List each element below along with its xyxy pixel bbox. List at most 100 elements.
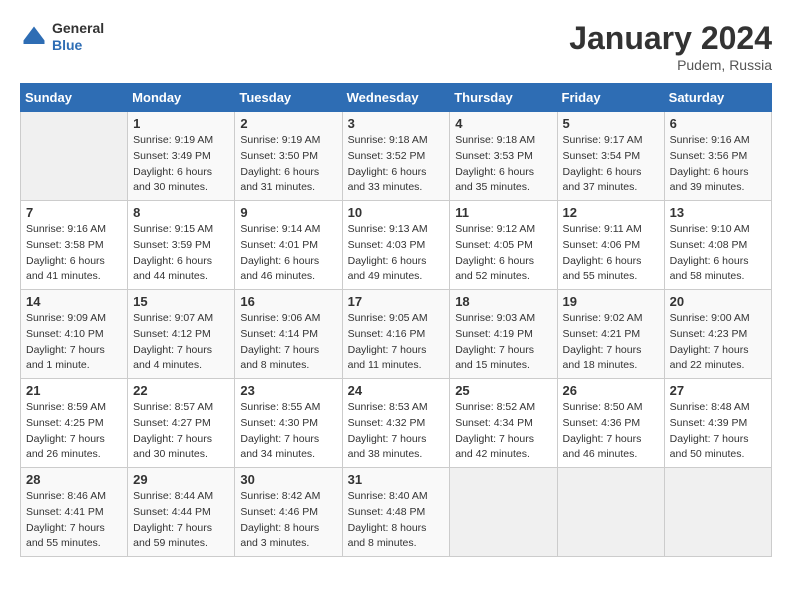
page-header: General Blue January 2024 Pudem, Russia bbox=[20, 20, 772, 73]
calendar-cell: 7 Sunrise: 9:16 AM Sunset: 3:58 PM Dayli… bbox=[21, 201, 128, 290]
calendar-cell bbox=[21, 112, 128, 201]
calendar-week-row: 7 Sunrise: 9:16 AM Sunset: 3:58 PM Dayli… bbox=[21, 201, 772, 290]
calendar-cell: 14 Sunrise: 9:09 AM Sunset: 4:10 PM Dayl… bbox=[21, 290, 128, 379]
day-number: 13 bbox=[670, 205, 766, 220]
day-info: Sunrise: 9:19 AM Sunset: 3:49 PM Dayligh… bbox=[133, 133, 229, 196]
day-info: Sunrise: 9:06 AM Sunset: 4:14 PM Dayligh… bbox=[240, 311, 336, 374]
day-info: Sunrise: 9:14 AM Sunset: 4:01 PM Dayligh… bbox=[240, 222, 336, 285]
day-info: Sunrise: 8:46 AM Sunset: 4:41 PM Dayligh… bbox=[26, 489, 122, 552]
day-info: Sunrise: 9:10 AM Sunset: 4:08 PM Dayligh… bbox=[670, 222, 766, 285]
day-info: Sunrise: 9:05 AM Sunset: 4:16 PM Dayligh… bbox=[348, 311, 445, 374]
day-info: Sunrise: 8:55 AM Sunset: 4:30 PM Dayligh… bbox=[240, 400, 336, 463]
day-number: 18 bbox=[455, 294, 551, 309]
day-number: 16 bbox=[240, 294, 336, 309]
day-number: 29 bbox=[133, 472, 229, 487]
day-info: Sunrise: 9:18 AM Sunset: 3:53 PM Dayligh… bbox=[455, 133, 551, 196]
calendar-cell: 26 Sunrise: 8:50 AM Sunset: 4:36 PM Dayl… bbox=[557, 379, 664, 468]
title-block: January 2024 Pudem, Russia bbox=[569, 20, 772, 73]
calendar-cell: 8 Sunrise: 9:15 AM Sunset: 3:59 PM Dayli… bbox=[128, 201, 235, 290]
calendar-cell: 12 Sunrise: 9:11 AM Sunset: 4:06 PM Dayl… bbox=[557, 201, 664, 290]
day-header-sunday: Sunday bbox=[21, 84, 128, 112]
day-header-thursday: Thursday bbox=[450, 84, 557, 112]
calendar-cell: 30 Sunrise: 8:42 AM Sunset: 4:46 PM Dayl… bbox=[235, 468, 342, 557]
day-number: 25 bbox=[455, 383, 551, 398]
calendar-cell: 5 Sunrise: 9:17 AM Sunset: 3:54 PM Dayli… bbox=[557, 112, 664, 201]
calendar-cell bbox=[557, 468, 664, 557]
calendar-cell: 29 Sunrise: 8:44 AM Sunset: 4:44 PM Dayl… bbox=[128, 468, 235, 557]
day-number: 6 bbox=[670, 116, 766, 131]
calendar-cell: 16 Sunrise: 9:06 AM Sunset: 4:14 PM Dayl… bbox=[235, 290, 342, 379]
day-header-saturday: Saturday bbox=[664, 84, 771, 112]
calendar-cell: 23 Sunrise: 8:55 AM Sunset: 4:30 PM Dayl… bbox=[235, 379, 342, 468]
day-info: Sunrise: 8:48 AM Sunset: 4:39 PM Dayligh… bbox=[670, 400, 766, 463]
day-number: 11 bbox=[455, 205, 551, 220]
day-number: 5 bbox=[563, 116, 659, 131]
day-info: Sunrise: 9:00 AM Sunset: 4:23 PM Dayligh… bbox=[670, 311, 766, 374]
calendar-cell: 1 Sunrise: 9:19 AM Sunset: 3:49 PM Dayli… bbox=[128, 112, 235, 201]
calendar-week-row: 21 Sunrise: 8:59 AM Sunset: 4:25 PM Dayl… bbox=[21, 379, 772, 468]
day-header-friday: Friday bbox=[557, 84, 664, 112]
calendar-cell bbox=[450, 468, 557, 557]
day-number: 15 bbox=[133, 294, 229, 309]
day-number: 21 bbox=[26, 383, 122, 398]
calendar-cell: 19 Sunrise: 9:02 AM Sunset: 4:21 PM Dayl… bbox=[557, 290, 664, 379]
day-number: 9 bbox=[240, 205, 336, 220]
day-number: 20 bbox=[670, 294, 766, 309]
day-info: Sunrise: 9:13 AM Sunset: 4:03 PM Dayligh… bbox=[348, 222, 445, 285]
month-title: January 2024 bbox=[569, 20, 772, 57]
day-header-monday: Monday bbox=[128, 84, 235, 112]
day-info: Sunrise: 8:42 AM Sunset: 4:46 PM Dayligh… bbox=[240, 489, 336, 552]
day-info: Sunrise: 9:03 AM Sunset: 4:19 PM Dayligh… bbox=[455, 311, 551, 374]
calendar-cell: 24 Sunrise: 8:53 AM Sunset: 4:32 PM Dayl… bbox=[342, 379, 450, 468]
logo-general-text: General bbox=[52, 20, 104, 37]
logo-text: General Blue bbox=[52, 20, 104, 54]
day-number: 23 bbox=[240, 383, 336, 398]
calendar-cell: 4 Sunrise: 9:18 AM Sunset: 3:53 PM Dayli… bbox=[450, 112, 557, 201]
day-number: 12 bbox=[563, 205, 659, 220]
day-info: Sunrise: 8:50 AM Sunset: 4:36 PM Dayligh… bbox=[563, 400, 659, 463]
day-number: 24 bbox=[348, 383, 445, 398]
day-number: 14 bbox=[26, 294, 122, 309]
day-number: 22 bbox=[133, 383, 229, 398]
logo-icon bbox=[20, 23, 48, 51]
day-number: 3 bbox=[348, 116, 445, 131]
day-number: 31 bbox=[348, 472, 445, 487]
day-header-tuesday: Tuesday bbox=[235, 84, 342, 112]
day-number: 27 bbox=[670, 383, 766, 398]
calendar-week-row: 1 Sunrise: 9:19 AM Sunset: 3:49 PM Dayli… bbox=[21, 112, 772, 201]
calendar-cell: 25 Sunrise: 8:52 AM Sunset: 4:34 PM Dayl… bbox=[450, 379, 557, 468]
calendar-cell: 3 Sunrise: 9:18 AM Sunset: 3:52 PM Dayli… bbox=[342, 112, 450, 201]
day-number: 7 bbox=[26, 205, 122, 220]
day-number: 17 bbox=[348, 294, 445, 309]
day-info: Sunrise: 9:11 AM Sunset: 4:06 PM Dayligh… bbox=[563, 222, 659, 285]
day-info: Sunrise: 8:59 AM Sunset: 4:25 PM Dayligh… bbox=[26, 400, 122, 463]
day-number: 8 bbox=[133, 205, 229, 220]
day-number: 30 bbox=[240, 472, 336, 487]
calendar-cell: 21 Sunrise: 8:59 AM Sunset: 4:25 PM Dayl… bbox=[21, 379, 128, 468]
calendar-cell: 27 Sunrise: 8:48 AM Sunset: 4:39 PM Dayl… bbox=[664, 379, 771, 468]
day-info: Sunrise: 9:16 AM Sunset: 3:56 PM Dayligh… bbox=[670, 133, 766, 196]
calendar-cell bbox=[664, 468, 771, 557]
day-number: 1 bbox=[133, 116, 229, 131]
day-info: Sunrise: 8:44 AM Sunset: 4:44 PM Dayligh… bbox=[133, 489, 229, 552]
day-number: 2 bbox=[240, 116, 336, 131]
day-info: Sunrise: 9:02 AM Sunset: 4:21 PM Dayligh… bbox=[563, 311, 659, 374]
calendar-cell: 11 Sunrise: 9:12 AM Sunset: 4:05 PM Dayl… bbox=[450, 201, 557, 290]
day-number: 4 bbox=[455, 116, 551, 131]
calendar-cell: 17 Sunrise: 9:05 AM Sunset: 4:16 PM Dayl… bbox=[342, 290, 450, 379]
logo-blue-text: Blue bbox=[52, 37, 104, 54]
day-number: 28 bbox=[26, 472, 122, 487]
calendar-cell: 20 Sunrise: 9:00 AM Sunset: 4:23 PM Dayl… bbox=[664, 290, 771, 379]
day-info: Sunrise: 9:07 AM Sunset: 4:12 PM Dayligh… bbox=[133, 311, 229, 374]
day-info: Sunrise: 9:19 AM Sunset: 3:50 PM Dayligh… bbox=[240, 133, 336, 196]
calendar-header-row: SundayMondayTuesdayWednesdayThursdayFrid… bbox=[21, 84, 772, 112]
calendar-cell: 15 Sunrise: 9:07 AM Sunset: 4:12 PM Dayl… bbox=[128, 290, 235, 379]
calendar-table: SundayMondayTuesdayWednesdayThursdayFrid… bbox=[20, 83, 772, 557]
day-number: 10 bbox=[348, 205, 445, 220]
calendar-cell: 31 Sunrise: 8:40 AM Sunset: 4:48 PM Dayl… bbox=[342, 468, 450, 557]
day-number: 26 bbox=[563, 383, 659, 398]
day-info: Sunrise: 8:40 AM Sunset: 4:48 PM Dayligh… bbox=[348, 489, 445, 552]
day-info: Sunrise: 9:09 AM Sunset: 4:10 PM Dayligh… bbox=[26, 311, 122, 374]
day-number: 19 bbox=[563, 294, 659, 309]
day-header-wednesday: Wednesday bbox=[342, 84, 450, 112]
